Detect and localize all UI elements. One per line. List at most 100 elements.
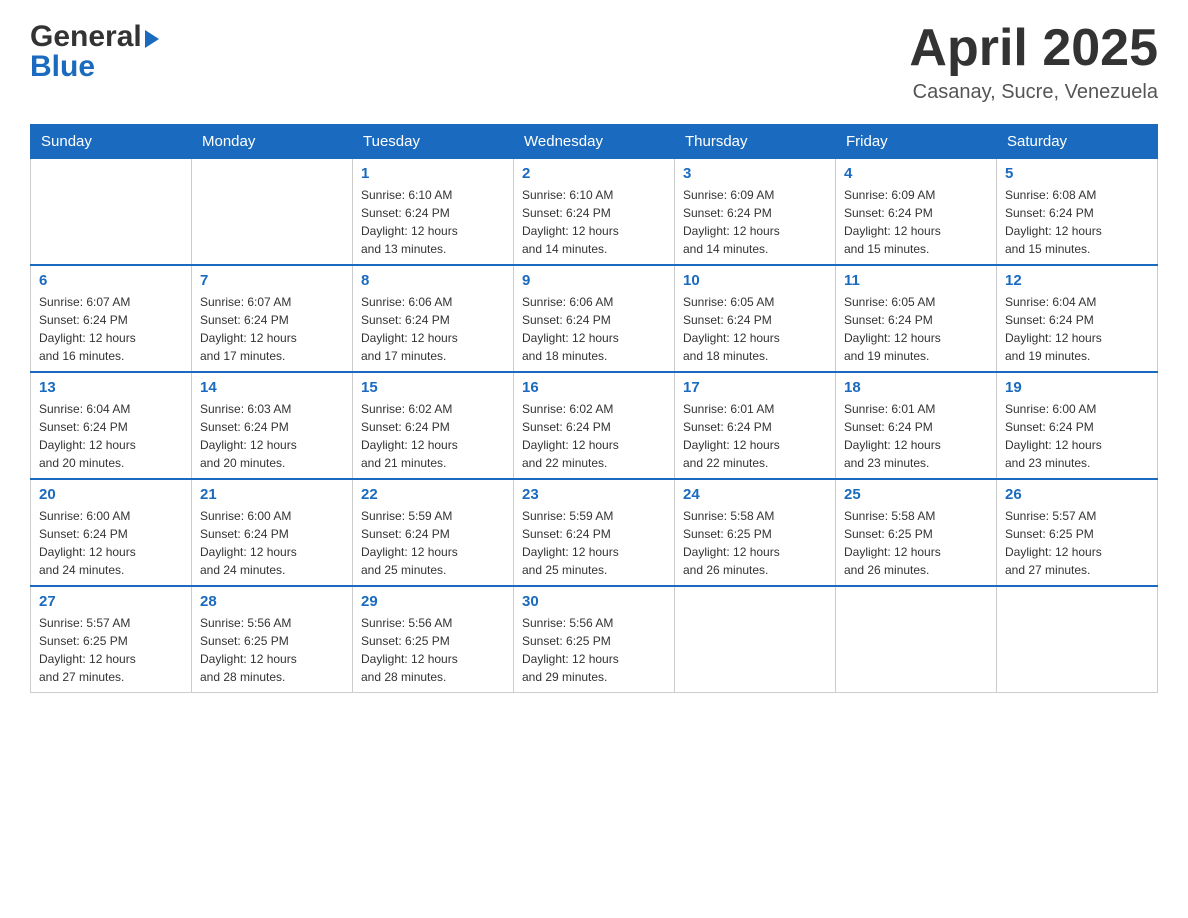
header-tuesday: Tuesday xyxy=(353,125,514,159)
calendar-cell: 25Sunrise: 5:58 AM Sunset: 6:25 PM Dayli… xyxy=(836,479,997,586)
day-number: 16 xyxy=(522,379,666,396)
calendar-cell: 23Sunrise: 5:59 AM Sunset: 6:24 PM Dayli… xyxy=(514,479,675,586)
day-number: 17 xyxy=(683,379,827,396)
day-info: Sunrise: 6:04 AM Sunset: 6:24 PM Dayligh… xyxy=(1005,293,1149,365)
day-info: Sunrise: 6:06 AM Sunset: 6:24 PM Dayligh… xyxy=(522,293,666,365)
logo-text-general: General xyxy=(30,20,142,54)
day-info: Sunrise: 5:57 AM Sunset: 6:25 PM Dayligh… xyxy=(1005,507,1149,579)
day-number: 18 xyxy=(844,379,988,396)
header-thursday: Thursday xyxy=(675,125,836,159)
calendar-cell: 5 Sunrise: 6:08 AM Sunset: 6:24 PM Daylig… xyxy=(997,159,1158,266)
day-number: 27 xyxy=(39,593,183,610)
calendar-cell: 27Sunrise: 5:57 AM Sunset: 6:25 PM Dayli… xyxy=(31,586,192,693)
calendar-cell: 16Sunrise: 6:02 AM Sunset: 6:24 PM Dayli… xyxy=(514,372,675,479)
day-info: Sunrise: 6:08 AM Sunset: 6:24 PM Dayligh… xyxy=(1005,186,1149,258)
calendar-week-5: 27Sunrise: 5:57 AM Sunset: 6:25 PM Dayli… xyxy=(31,586,1158,693)
calendar-cell: 26Sunrise: 5:57 AM Sunset: 6:25 PM Dayli… xyxy=(997,479,1158,586)
calendar-cell: 19 Sunrise: 6:00 AM Sunset: 6:24 PM Dayli… xyxy=(997,372,1158,479)
header-saturday: Saturday xyxy=(997,125,1158,159)
page-title: April 2025 xyxy=(909,20,1158,77)
day-number: 12 xyxy=(1005,272,1149,289)
page-header: General Blue April 2025 Casanay, Sucre, … xyxy=(30,20,1158,104)
day-info: Sunrise: 5:58 AM Sunset: 6:25 PM Dayligh… xyxy=(683,507,827,579)
day-info: Sunrise: 6:10 AM Sunset: 6:24 PM Dayligh… xyxy=(361,186,505,258)
calendar-cell: 21 Sunrise: 6:00 AM Sunset: 6:24 PM Dayli… xyxy=(192,479,353,586)
day-info: Sunrise: 5:56 AM Sunset: 6:25 PM Dayligh… xyxy=(200,614,344,686)
day-info: Sunrise: 6:04 AM Sunset: 6:24 PM Dayligh… xyxy=(39,400,183,472)
calendar-cell: 13 Sunrise: 6:04 AM Sunset: 6:24 PM Dayli… xyxy=(31,372,192,479)
day-number: 21 xyxy=(200,486,344,503)
calendar-body: 1 Sunrise: 6:10 AM Sunset: 6:24 PM Daylig… xyxy=(31,159,1158,693)
calendar-cell: 9 Sunrise: 6:06 AM Sunset: 6:24 PM Daylig… xyxy=(514,265,675,372)
calendar-cell: 15 Sunrise: 6:02 AM Sunset: 6:24 PM Dayli… xyxy=(353,372,514,479)
calendar-cell xyxy=(192,159,353,266)
calendar-cell: 20Sunrise: 6:00 AM Sunset: 6:24 PM Dayli… xyxy=(31,479,192,586)
day-info: Sunrise: 6:07 AM Sunset: 6:24 PM Dayligh… xyxy=(39,293,183,365)
day-info: Sunrise: 6:00 AM Sunset: 6:24 PM Dayligh… xyxy=(39,507,183,579)
calendar-cell: 8 Sunrise: 6:06 AM Sunset: 6:24 PM Daylig… xyxy=(353,265,514,372)
day-number: 9 xyxy=(522,272,666,289)
header-sunday: Sunday xyxy=(31,125,192,159)
day-number: 4 xyxy=(844,165,988,182)
day-info: Sunrise: 5:59 AM Sunset: 6:24 PM Dayligh… xyxy=(361,507,505,579)
calendar-cell: 2 Sunrise: 6:10 AM Sunset: 6:24 PM Daylig… xyxy=(514,159,675,266)
calendar-week-2: 6 Sunrise: 6:07 AM Sunset: 6:24 PM Daylig… xyxy=(31,265,1158,372)
day-number: 8 xyxy=(361,272,505,289)
header-monday: Monday xyxy=(192,125,353,159)
calendar-cell: 6 Sunrise: 6:07 AM Sunset: 6:24 PM Daylig… xyxy=(31,265,192,372)
calendar-cell: 18Sunrise: 6:01 AM Sunset: 6:24 PM Dayli… xyxy=(836,372,997,479)
calendar-cell: 10Sunrise: 6:05 AM Sunset: 6:24 PM Dayli… xyxy=(675,265,836,372)
calendar-cell: 14 Sunrise: 6:03 AM Sunset: 6:24 PM Dayli… xyxy=(192,372,353,479)
day-info: Sunrise: 6:05 AM Sunset: 6:24 PM Dayligh… xyxy=(683,293,827,365)
page-subtitle: Casanay, Sucre, Venezuela xyxy=(909,81,1158,104)
calendar-cell xyxy=(997,586,1158,693)
day-info: Sunrise: 5:56 AM Sunset: 6:25 PM Dayligh… xyxy=(522,614,666,686)
logo-arrow-icon xyxy=(145,30,159,48)
day-number: 25 xyxy=(844,486,988,503)
day-number: 7 xyxy=(200,272,344,289)
day-info: Sunrise: 6:03 AM Sunset: 6:24 PM Dayligh… xyxy=(200,400,344,472)
day-number: 13 xyxy=(39,379,183,396)
day-info: Sunrise: 6:10 AM Sunset: 6:24 PM Dayligh… xyxy=(522,186,666,258)
day-info: Sunrise: 6:02 AM Sunset: 6:24 PM Dayligh… xyxy=(361,400,505,472)
day-number: 3 xyxy=(683,165,827,182)
calendar-table: SundayMondayTuesdayWednesdayThursdayFrid… xyxy=(30,124,1158,693)
day-number: 15 xyxy=(361,379,505,396)
calendar-cell xyxy=(31,159,192,266)
logo: General Blue xyxy=(30,20,159,84)
calendar-cell: 7 Sunrise: 6:07 AM Sunset: 6:24 PM Daylig… xyxy=(192,265,353,372)
day-info: Sunrise: 5:56 AM Sunset: 6:25 PM Dayligh… xyxy=(361,614,505,686)
calendar-cell: 28 Sunrise: 5:56 AM Sunset: 6:25 PM Dayli… xyxy=(192,586,353,693)
calendar-cell: 24 Sunrise: 5:58 AM Sunset: 6:25 PM Dayli… xyxy=(675,479,836,586)
day-number: 30 xyxy=(522,593,666,610)
calendar-cell: 22 Sunrise: 5:59 AM Sunset: 6:24 PM Dayli… xyxy=(353,479,514,586)
day-number: 28 xyxy=(200,593,344,610)
day-number: 14 xyxy=(200,379,344,396)
title-block: April 2025 Casanay, Sucre, Venezuela xyxy=(909,20,1158,104)
day-number: 22 xyxy=(361,486,505,503)
day-info: Sunrise: 6:09 AM Sunset: 6:24 PM Dayligh… xyxy=(683,186,827,258)
day-info: Sunrise: 6:07 AM Sunset: 6:24 PM Dayligh… xyxy=(200,293,344,365)
day-number: 6 xyxy=(39,272,183,289)
calendar-cell: 29 Sunrise: 5:56 AM Sunset: 6:25 PM Dayli… xyxy=(353,586,514,693)
day-info: Sunrise: 6:05 AM Sunset: 6:24 PM Dayligh… xyxy=(844,293,988,365)
day-number: 19 xyxy=(1005,379,1149,396)
header-friday: Friday xyxy=(836,125,997,159)
calendar-cell: 12 Sunrise: 6:04 AM Sunset: 6:24 PM Dayli… xyxy=(997,265,1158,372)
day-info: Sunrise: 6:01 AM Sunset: 6:24 PM Dayligh… xyxy=(683,400,827,472)
calendar-cell: 4Sunrise: 6:09 AM Sunset: 6:24 PM Daylig… xyxy=(836,159,997,266)
day-info: Sunrise: 6:00 AM Sunset: 6:24 PM Dayligh… xyxy=(1005,400,1149,472)
day-number: 11 xyxy=(844,272,988,289)
day-number: 29 xyxy=(361,593,505,610)
day-number: 5 xyxy=(1005,165,1149,182)
calendar-cell xyxy=(675,586,836,693)
day-number: 24 xyxy=(683,486,827,503)
day-info: Sunrise: 6:06 AM Sunset: 6:24 PM Dayligh… xyxy=(361,293,505,365)
calendar-week-1: 1 Sunrise: 6:10 AM Sunset: 6:24 PM Daylig… xyxy=(31,159,1158,266)
day-number: 23 xyxy=(522,486,666,503)
day-number: 2 xyxy=(522,165,666,182)
day-number: 1 xyxy=(361,165,505,182)
calendar-cell: 30 Sunrise: 5:56 AM Sunset: 6:25 PM Dayli… xyxy=(514,586,675,693)
calendar-cell: 3 Sunrise: 6:09 AM Sunset: 6:24 PM Daylig… xyxy=(675,159,836,266)
day-info: Sunrise: 6:00 AM Sunset: 6:24 PM Dayligh… xyxy=(200,507,344,579)
